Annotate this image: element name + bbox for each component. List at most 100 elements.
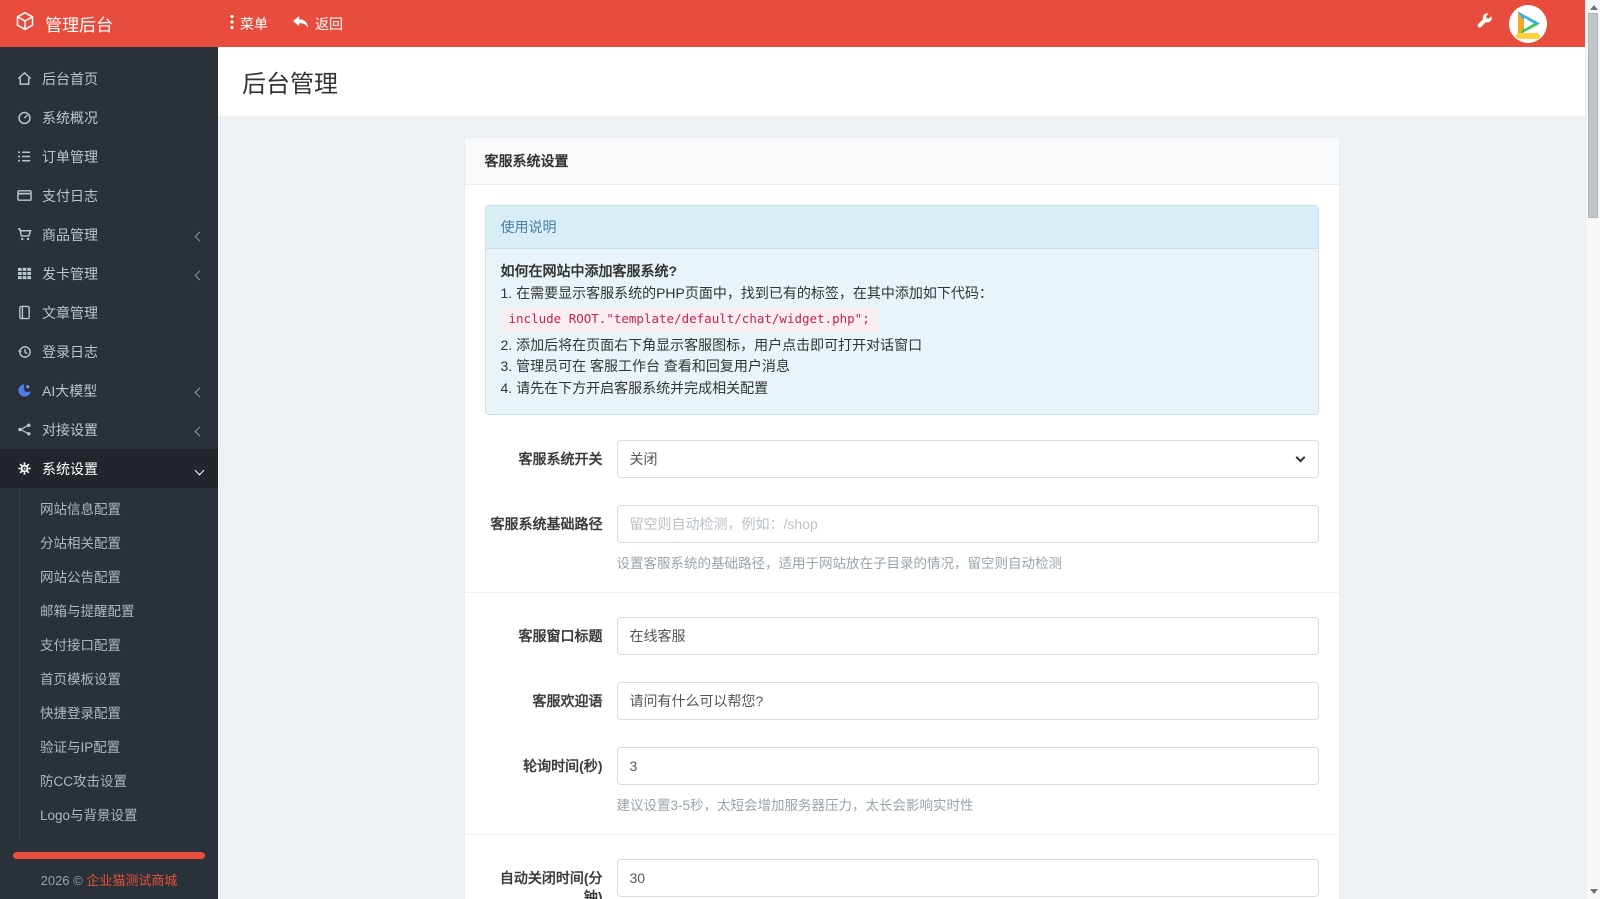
ellipsis-v-icon [230, 14, 234, 33]
sidebar-item-products[interactable]: 商品管理 [0, 215, 218, 254]
chevron-left-icon [194, 227, 205, 243]
home-icon [16, 71, 33, 86]
system-settings-submenu: 网站信息配置 分站相关配置 网站公告配置 邮箱与提醒配置 支付接口配置 首页模板… [0, 488, 218, 839]
sidebar-item-login-logs[interactable]: 登录日志 [0, 332, 218, 371]
wrench-icon [1477, 13, 1493, 34]
wrench-button[interactable] [1461, 0, 1509, 47]
scrollbar[interactable] [1585, 0, 1600, 899]
sidebar-red-divider [13, 852, 205, 859]
base-path-input[interactable] [616, 504, 1319, 543]
sidebar-footer: 2026 © 企业猫测试商城 [0, 870, 218, 889]
field-label: 客服系统基础路径 [490, 515, 603, 532]
card-title: 客服系统设置 [464, 138, 1339, 185]
main-content: 后台管理 客服系统设置 使用说明 如何在网站中添加客服系统? 1. 在需要显示客… [218, 47, 1585, 899]
submenu-item-home-template[interactable]: 首页模板设置 [0, 663, 218, 697]
brand-title: 管理后台 [45, 16, 113, 35]
brand[interactable]: 管理后台 [0, 0, 218, 47]
form-group-polling-interval: 轮询时间(秒) 建议设置3-5秒，太短会增加服务器压力，太长会影响实时性 [485, 746, 1319, 814]
nodes-icon [16, 422, 33, 437]
navbar-spacer [355, 0, 1461, 47]
menu-toggle-label: 菜单 [240, 15, 268, 32]
sidebar-item-label: 系统概况 [42, 109, 98, 126]
customer-service-settings-card: 客服系统设置 使用说明 如何在网站中添加客服系统? 1. 在需要显示客服系统的P… [464, 138, 1339, 899]
scrollbar-down-arrow-icon[interactable] [1589, 889, 1598, 894]
submenu-item-payment-api[interactable]: 支付接口配置 [0, 629, 218, 663]
notice-heading: 如何在网站中添加客服系统? [500, 263, 678, 279]
scrollbar-up-arrow-icon[interactable] [1589, 5, 1598, 10]
sidebar-item-payment-logs[interactable]: 支付日志 [0, 176, 218, 215]
back-button[interactable]: 返回 [280, 0, 355, 47]
cart-icon [16, 227, 33, 242]
sidebar-item-overview[interactable]: 系统概况 [0, 98, 218, 137]
auto-close-time-input[interactable] [616, 858, 1319, 897]
field-help-text: 建议设置3-5秒，太短会增加服务器压力，太长会影响实时性 [616, 797, 974, 813]
sidebar-item-label: AI大模型 [42, 382, 98, 399]
sidebar-item-ai-models[interactable]: AI大模型 [0, 371, 218, 410]
field-label: 轮询时间(秒) [523, 757, 603, 774]
notice-step-2: 2. 添加后将在页面右下角显示客服图标，用户点击即可打开对话窗口 [500, 336, 923, 353]
form-group-base-path: 客服系统基础路径 设置客服系统的基础路径，适用于网站放在子目录的情况，留空则自动… [485, 504, 1319, 572]
book-icon [16, 305, 33, 320]
sidebar-item-orders[interactable]: 订单管理 [0, 137, 218, 176]
service-switch-select[interactable]: 关闭 [616, 439, 1319, 478]
sidebar-item-label: 后台首页 [42, 70, 98, 87]
notice-step-3: 3. 管理员可在 客服工作台 查看和回复用户消息 [500, 358, 790, 375]
polling-interval-input[interactable] [616, 746, 1319, 785]
footer-site-link[interactable]: 企业猫测试商城 [86, 873, 177, 888]
window-title-input[interactable] [616, 616, 1319, 655]
sidebar-item-label: 对接设置 [42, 421, 98, 438]
welcome-message-input[interactable] [616, 681, 1319, 720]
footer-year: 2026 © [40, 873, 83, 888]
gear-icon [16, 461, 33, 476]
submenu-item-quick-login[interactable]: 快捷登录配置 [0, 697, 218, 731]
sidebar: 后台首页 系统概况 订单管理 支付日志 商品管理 发卡管理 文章管理 登录日志 … [0, 47, 218, 899]
submenu-item-substation[interactable]: 分站相关配置 [0, 527, 218, 561]
field-help-text: 设置客服系统的基础路径，适用于网站放在子目录的情况，留空则自动检测 [616, 555, 1063, 571]
form-separator [464, 833, 1339, 835]
menu-toggle-button[interactable]: 菜单 [218, 0, 280, 47]
chevron-left-icon [194, 266, 205, 282]
sidebar-item-label: 订单管理 [42, 148, 98, 165]
field-label: 客服系统开关 [518, 450, 603, 467]
sidebar-item-label: 发卡管理 [42, 265, 98, 282]
form-group-auto-close-time: 自动关闭时间(分钟) 超过设定时间未收到新消息的会话自动关闭，设为0则不自动关闭 [485, 858, 1319, 899]
submenu-item-announcement[interactable]: 网站公告配置 [0, 561, 218, 595]
sidebar-item-dashboard[interactable]: 后台首页 [0, 59, 218, 98]
submenu-item-logo-background[interactable]: Logo与背景设置 [0, 799, 218, 833]
card-body: 使用说明 如何在网站中添加客服系统? 1. 在需要显示客服系统的PHP页面中，找… [464, 185, 1339, 899]
sidebar-item-articles[interactable]: 文章管理 [0, 293, 218, 332]
form-group-welcome-message: 客服欢迎语 [485, 681, 1319, 720]
sidebar-item-label: 系统设置 [42, 460, 98, 477]
page-title: 后台管理 [242, 71, 338, 98]
grid-icon [16, 266, 33, 281]
form-separator [464, 591, 1339, 593]
content-area: 客服系统设置 使用说明 如何在网站中添加客服系统? 1. 在需要显示客服系统的P… [218, 116, 1585, 899]
field-label: 客服欢迎语 [532, 692, 603, 709]
sidebar-item-label: 登录日志 [42, 343, 98, 360]
top-navbar: 管理后台 菜单 返回 [0, 0, 1585, 47]
sidebar-menu: 后台首页 系统概况 订单管理 支付日志 商品管理 发卡管理 文章管理 登录日志 … [0, 47, 218, 889]
field-label: 客服窗口标题 [518, 627, 603, 644]
submenu-item-site-info[interactable]: 网站信息配置 [0, 493, 218, 527]
sidebar-item-system-settings[interactable]: 系统设置 [0, 449, 218, 488]
content-header: 后台管理 [218, 47, 1585, 116]
history-icon [16, 344, 33, 359]
submenu-item-email-notify[interactable]: 邮箱与提醒配置 [0, 595, 218, 629]
notice-title: 使用说明 [485, 206, 1318, 249]
sidebar-item-integrations[interactable]: 对接设置 [0, 410, 218, 449]
list-icon [16, 149, 33, 164]
submenu-item-captcha-ip[interactable]: 验证与IP配置 [0, 731, 218, 765]
chevron-down-icon [194, 461, 205, 477]
chevron-left-icon [194, 383, 205, 399]
credit-card-icon [16, 188, 33, 203]
notice-step-1: 1. 在需要显示客服系统的PHP页面中，找到已有的标签，在其中添加如下代码： [500, 284, 993, 301]
avatar-badge [1516, 32, 1540, 39]
sidebar-item-cards[interactable]: 发卡管理 [0, 254, 218, 293]
user-avatar[interactable] [1509, 4, 1547, 43]
reply-arrow-icon [292, 15, 309, 33]
field-label: 自动关闭时间(分钟) [499, 869, 603, 899]
scrollbar-thumb[interactable] [1588, 13, 1598, 218]
notice-body: 如何在网站中添加客服系统? 1. 在需要显示客服系统的PHP页面中，找到已有的标… [485, 249, 1318, 414]
submenu-item-anti-cc[interactable]: 防CC攻击设置 [0, 765, 218, 799]
sidebar-item-label: 支付日志 [42, 187, 98, 204]
